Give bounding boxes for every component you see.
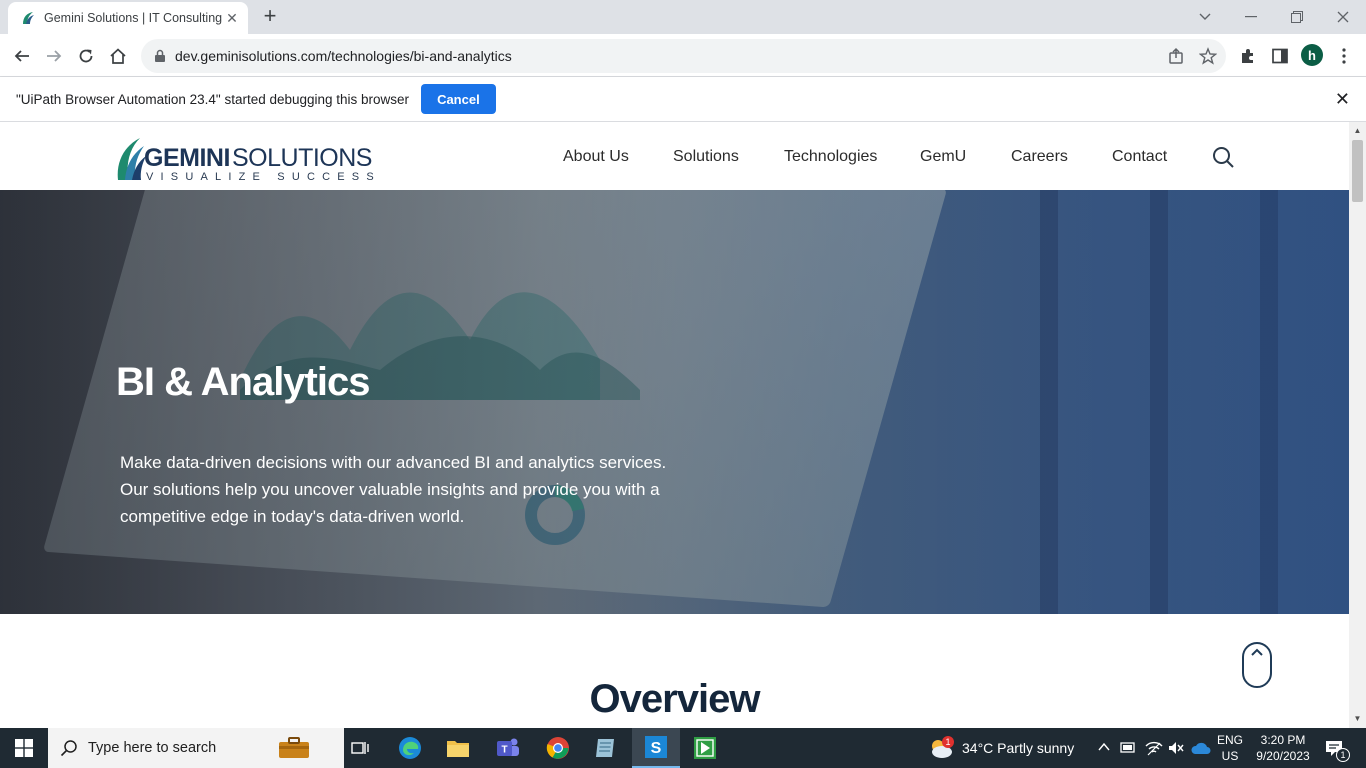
profile-avatar[interactable]: h [1301,44,1323,66]
forward-arrow-icon [47,50,62,62]
back-arrow-icon [14,50,29,62]
uipath-robot-icon [694,737,716,759]
svg-text:GEMINI: GEMINI [144,144,230,172]
home-button[interactable] [104,42,132,70]
puzzle-icon [1242,49,1253,63]
tab-title: Gemini Solutions | IT Consulting [44,11,223,25]
cancel-debugging-button[interactable]: Cancel [421,84,496,114]
show-hidden-icons-chevron-icon[interactable] [1098,742,1110,752]
overview-heading: Overview [589,677,761,721]
gemini-solutions-logo[interactable]: GEMINI SOLUTIONS VISUALIZE SUCCESS [116,134,376,184]
briefcase-icon [279,737,309,758]
folder-icon [447,741,469,757]
nav-technologies[interactable]: Technologies [784,148,877,166]
nav-contact[interactable]: Contact [1112,148,1167,166]
input-region[interactable]: US [1216,748,1244,764]
home-icon [110,48,126,64]
chrome-taskbar-app[interactable] [534,728,582,768]
reload-button[interactable] [72,42,100,70]
new-tab-button[interactable]: + [258,5,282,29]
site-header: GEMINI SOLUTIONS VISUALIZE SUCCESS About… [0,126,1349,190]
chevron-up-icon [1251,648,1263,656]
address-bar[interactable]: dev.geminisolutions.com/technologies/bi-… [141,39,1226,73]
edge-icon [399,737,421,759]
browser-tab[interactable]: Gemini Solutions | IT Consulting ✕ [8,2,248,34]
bookmark-star-icon[interactable] [1199,47,1217,65]
taskbar-search-box[interactable]: Type here to search [48,728,344,768]
infobar-message: "UiPath Browser Automation 23.4" started… [16,91,410,107]
wifi-icon[interactable] [1145,740,1163,756]
site-search-icon[interactable] [1212,146,1234,168]
side-panel-icon [1272,48,1288,64]
minimize-button[interactable] [1228,0,1274,34]
windows-logo-icon [15,739,33,757]
back-button[interactable] [8,42,36,70]
page-scrollbar[interactable]: ▲ ▼ [1349,122,1366,728]
url-text: dev.geminisolutions.com/technologies/bi-… [175,48,512,64]
lock-icon [155,49,165,62]
hero-description: Make data-driven decisions with our adva… [120,453,667,526]
hero-title: BI & Analytics [116,360,370,404]
restore-button[interactable] [1274,0,1320,34]
svg-text:T: T [501,745,507,756]
onedrive-cloud-icon[interactable] [1191,741,1211,755]
side-panel-button[interactable] [1266,42,1294,70]
weather-badge: 1 [942,736,954,748]
start-button[interactable] [0,728,48,768]
nav-about-us[interactable]: About Us [563,148,629,166]
chrome-menu-button[interactable] [1330,42,1358,70]
file-explorer-taskbar-app[interactable] [434,728,482,768]
svg-text:SOLUTIONS: SOLUTIONS [232,144,372,172]
web-page: GEMINI SOLUTIONS VISUALIZE SUCCESS About… [0,122,1349,728]
scroll-up-arrow-icon[interactable]: ▲ [1353,126,1362,135]
reload-icon [79,49,93,63]
scroll-down-arrow-icon[interactable]: ▼ [1353,714,1362,723]
search-icon [60,740,77,757]
chrome-icon [546,737,569,759]
forward-button[interactable] [40,42,68,70]
speaker-muted-icon[interactable] [1167,740,1185,756]
windows-taskbar: Type here to search T S 1 34°C Partly su… [0,728,1366,768]
teams-taskbar-app[interactable]: T [484,728,532,768]
notepad-icon [596,739,614,757]
debugging-infobar: "UiPath Browser Automation 23.4" started… [0,77,1366,122]
infobar-close-icon[interactable]: ✕ [1335,89,1350,110]
taskbar-search-placeholder: Type here to search [88,740,217,756]
hero-banner: BI & Analytics Make data-driven decision… [0,190,1349,614]
tab-search-chevron-icon[interactable] [1182,0,1228,34]
teams-icon: T [497,738,519,756]
clock-time[interactable]: 3:20 PM [1250,732,1316,748]
nav-gemu[interactable]: GemU [920,148,966,166]
clock-date[interactable]: 9/20/2023 [1250,748,1316,764]
browser-tab-strip: Gemini Solutions | IT Consulting ✕ + [0,0,1366,34]
task-view-icon [351,742,369,754]
tab-close-icon[interactable]: ✕ [224,10,240,26]
notes-taskbar-app[interactable] [582,728,630,768]
nav-solutions[interactable]: Solutions [673,148,739,166]
uipath-studio-icon: S [645,736,667,758]
kebab-menu-icon [1342,48,1346,64]
svg-text:S: S [651,740,662,757]
uipath-assistant-taskbar-app[interactable] [681,728,729,768]
battery-icon[interactable] [1120,740,1136,754]
uipath-studio-taskbar-app[interactable]: S [632,728,680,768]
browser-toolbar: dev.geminisolutions.com/technologies/bi-… [0,34,1366,77]
weather-text[interactable]: 34°C Partly sunny [962,740,1074,756]
input-language[interactable]: ENG [1216,732,1244,748]
scrollbar-thumb[interactable] [1352,140,1363,202]
svg-text:VISUALIZE SUCCESS: VISUALIZE SUCCESS [146,171,376,183]
nav-careers[interactable]: Careers [1011,148,1068,166]
share-icon[interactable] [1167,47,1185,65]
notification-count-badge: 1 [1336,748,1350,762]
edge-taskbar-app[interactable] [386,728,434,768]
task-view-button[interactable] [336,728,384,768]
extensions-button[interactable] [1234,42,1262,70]
close-window-button[interactable] [1320,0,1366,34]
gemini-favicon-icon [23,12,34,24]
